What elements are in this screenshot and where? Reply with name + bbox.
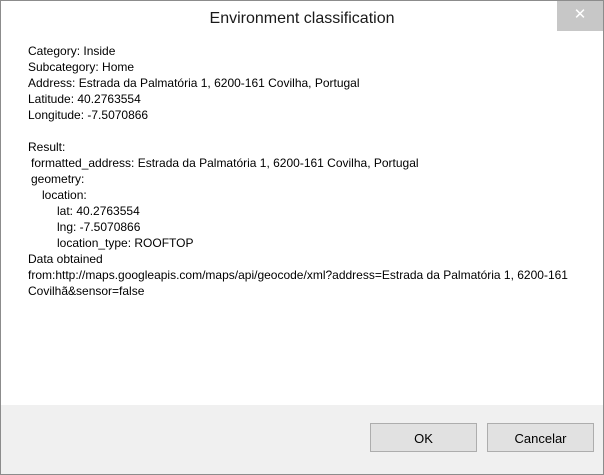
- ok-button[interactable]: OK: [370, 423, 477, 452]
- geometry-label: geometry:: [31, 172, 85, 186]
- location-label: location:: [42, 188, 87, 202]
- result-label: Result:: [28, 140, 66, 154]
- dialog-title: Environment classification: [209, 10, 395, 27]
- close-icon[interactable]: ✕: [557, 1, 603, 31]
- location-type-text: location_type: ROOFTOP: [57, 236, 194, 250]
- cancel-button[interactable]: Cancelar: [487, 423, 594, 452]
- source-url-text: from:http://maps.googleapis.com/maps/api…: [28, 268, 568, 298]
- category-text: Category: Inside: [28, 44, 116, 58]
- lng-text: lng: -7.5070866: [57, 220, 141, 234]
- title-bar[interactable]: Environment classification ✕: [1, 1, 603, 39]
- latitude-text: Latitude: 40.2763554: [28, 92, 141, 106]
- lat-text: lat: 40.2763554: [57, 204, 140, 218]
- longitude-text: Longitude: -7.5070866: [28, 108, 149, 122]
- environment-classification-dialog: Environment classification ✕ Category: I…: [0, 0, 604, 475]
- classification-details: Category: Inside Subcategory: Home Addre…: [28, 43, 578, 299]
- subcategory-text: Subcategory: Home: [28, 60, 135, 74]
- data-obtained-text: Data obtained: [28, 252, 103, 266]
- formatted-address-text: formatted_address: Estrada da Palmatória…: [31, 156, 419, 170]
- address-text: Address: Estrada da Palmatória 1, 6200-1…: [28, 76, 360, 90]
- button-bar: OK Cancelar: [1, 405, 603, 474]
